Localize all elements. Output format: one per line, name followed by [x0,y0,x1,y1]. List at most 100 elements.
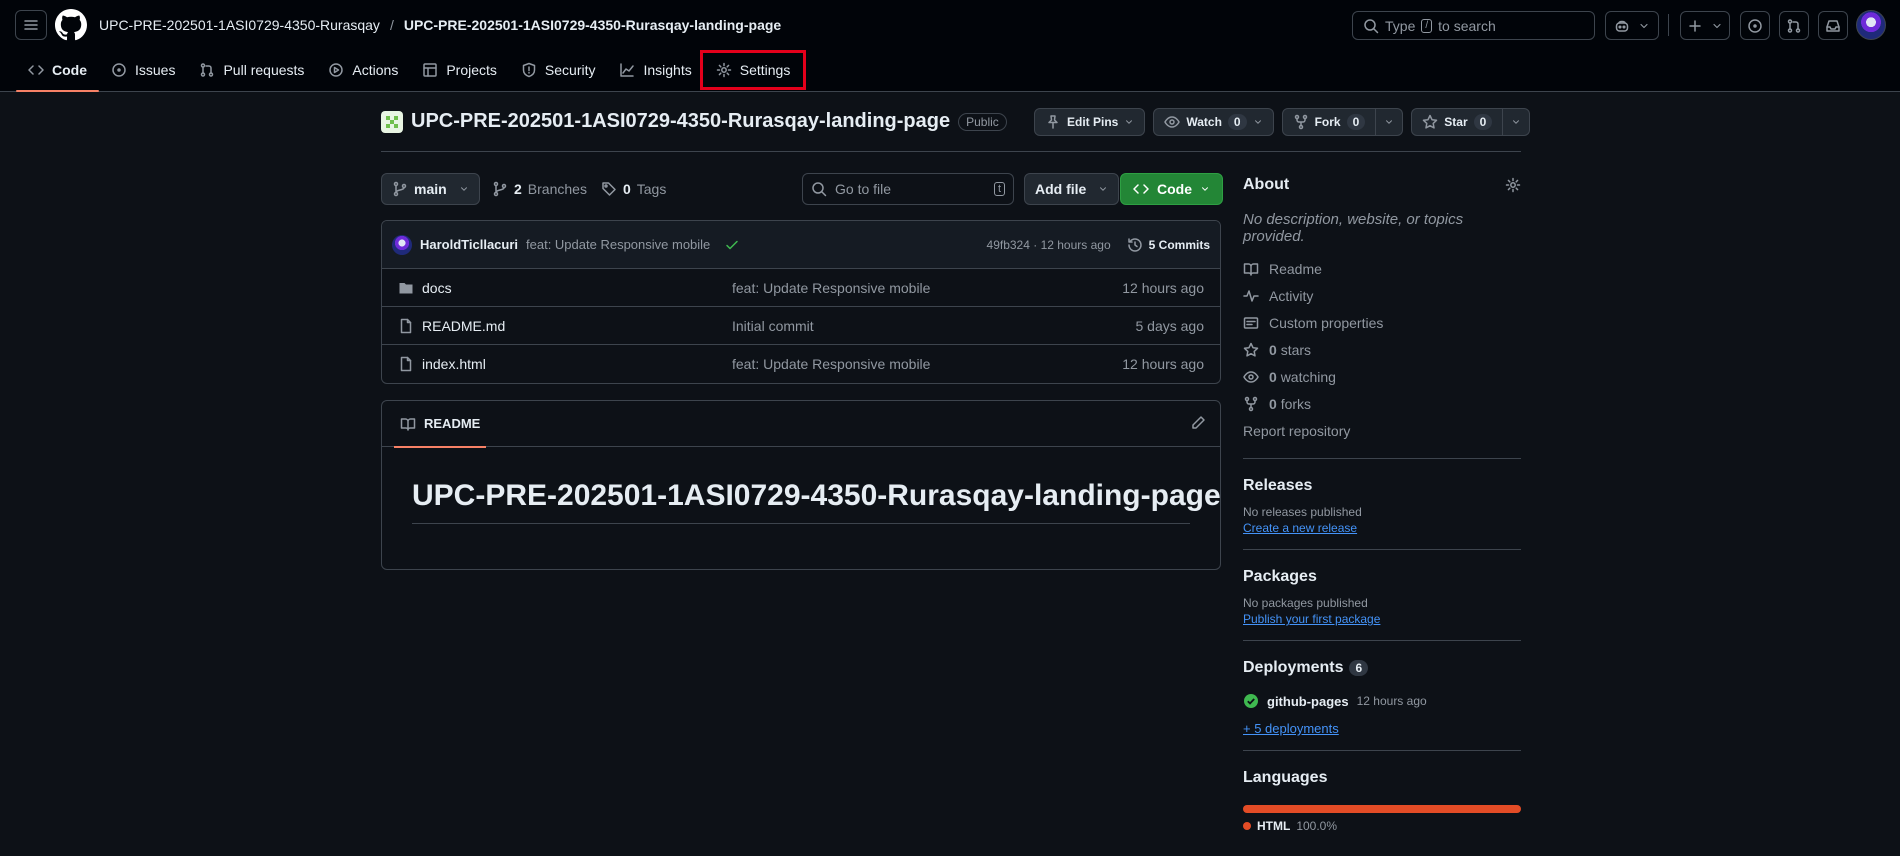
owner-link[interactable]: UPC-PRE-202501-1ASI0729-4350-Rurasqay [99,17,380,33]
tab-projects-label: Projects [446,62,497,78]
create-release-link[interactable]: Create a new release [1243,521,1357,535]
file-name[interactable]: docs [422,280,732,296]
tab-issues-label: Issues [135,62,176,78]
file-commit-message[interactable]: feat: Update Responsive mobile [732,356,1062,372]
code-icon [28,65,44,75]
repo-sidebar: About No description, website, or topics… [1243,176,1521,833]
edit-pins-button[interactable]: Edit Pins [1034,108,1146,136]
about-list: Readme Activity Custom properties 0 star… [1243,255,1521,444]
releases-empty-text: No releases published [1243,505,1362,519]
copilot-button[interactable] [1605,11,1659,40]
chevron-down-icon [1126,120,1133,124]
tab-actions[interactable]: Actions [316,54,410,86]
tab-settings[interactable]: Settings [699,50,807,90]
readme-link-label: Readme [1269,260,1322,277]
tab-projects[interactable]: Projects [410,54,509,86]
repo-title[interactable]: UPC-PRE-202501-1ASI0729-4350-Rurasqay-la… [411,110,950,133]
gear-icon [716,62,731,78]
publish-package-link[interactable]: Publish your first package [1243,612,1380,626]
pull-requests-button[interactable] [1779,11,1809,40]
pin-icon [1048,115,1058,129]
file-name[interactable]: index.html [422,356,732,372]
tab-security[interactable]: Security [509,54,608,86]
search-input[interactable]: Type / to search [1352,11,1595,40]
star-button[interactable]: Star 0 [1411,108,1504,136]
star-icon [1243,342,1259,357]
pencil-icon[interactable] [1190,415,1206,431]
watching-link[interactable]: 0 watching [1243,363,1521,390]
play-icon [329,63,344,77]
gear-icon[interactable] [1505,177,1521,193]
repo-link[interactable]: UPC-PRE-202501-1ASI0729-4350-Rurasqay-la… [404,17,781,33]
watch-label: Watch [1186,115,1222,129]
watch-count: 0 [1227,114,1247,130]
file-name[interactable]: README.md [422,318,732,334]
inbox-button[interactable] [1818,11,1848,40]
fork-icon [1244,396,1258,411]
tab-code[interactable]: Code [16,54,99,92]
latest-commit-row: HaroldTicllacuri feat: Update Responsive… [382,221,1220,269]
table-row: docs feat: Update Responsive mobile 12 h… [382,269,1220,307]
tag-icon [602,182,616,196]
menu-button[interactable] [15,10,47,40]
book-icon [1243,262,1259,276]
more-deployments-link[interactable]: + 5 deployments [1243,721,1339,736]
github-logo-icon[interactable] [55,9,87,41]
search-suffix: to search [1438,17,1496,34]
readme-heading: UPC-PRE-202501-1ASI0729-4350-Rurasqay-la… [412,479,1221,524]
tab-issues[interactable]: Issues [99,54,187,86]
breadcrumb-separator: / [389,17,394,33]
file-commit-message[interactable]: feat: Update Responsive mobile [732,280,1062,296]
fork-menu-button[interactable] [1376,108,1404,136]
table-row: index.html feat: Update Responsive mobil… [382,345,1220,383]
search-prefix: Type [1385,17,1416,34]
commits-link[interactable]: 5 Commits [1127,237,1210,253]
star-split-button: Star 0 [1411,108,1531,136]
forks-link[interactable]: 0 forks [1243,390,1521,417]
releases-title[interactable]: Releases [1243,477,1521,495]
watch-button[interactable]: Watch 0 [1153,108,1274,136]
commit-author-avatar[interactable] [392,234,412,255]
fork-button[interactable]: Fork 0 [1281,108,1377,136]
commit-hash[interactable]: 49fb324 · 12 hours ago [987,238,1111,252]
tab-insights[interactable]: Insights [607,54,703,86]
custom-properties-label: Custom properties [1269,314,1384,331]
pulse-icon [1243,289,1259,302]
search-icon [1364,18,1379,33]
add-file-button[interactable]: Add file [1024,173,1120,205]
commit-message[interactable]: feat: Update Responsive mobile [526,237,710,252]
packages-title[interactable]: Packages [1243,568,1521,586]
header-divider [1668,14,1669,36]
tab-pull-requests[interactable]: Pull requests [187,54,316,86]
check-icon[interactable] [724,237,740,253]
user-avatar[interactable] [1856,10,1886,40]
issues-button[interactable] [1740,11,1770,40]
tab-pull-requests-label: Pull requests [223,62,305,78]
repo-header-divider [381,151,1521,152]
report-repository-link[interactable]: Report repository [1243,417,1521,444]
stars-link[interactable]: 0 stars [1243,336,1521,363]
custom-properties-link[interactable]: Custom properties [1243,309,1521,336]
chevron-down-icon [1513,120,1520,124]
file-commit-message[interactable]: Initial commit [732,318,1062,334]
deployments-title[interactable]: Deployments [1243,659,1343,677]
commit-author[interactable]: HaroldTicllacuri [420,237,518,252]
fork-split-button: Fork 0 [1281,108,1404,136]
about-description: No description, website, or topics provi… [1243,211,1464,245]
fork-label: Fork [1314,115,1341,129]
create-new-button[interactable] [1680,11,1730,40]
star-menu-button[interactable] [1503,108,1531,136]
code-button[interactable]: Code [1120,173,1223,205]
deployment-name[interactable]: github-pages [1267,694,1349,709]
readme-link[interactable]: Readme [1243,255,1521,282]
tags-link[interactable]: 0 Tags [601,181,666,197]
readme-tab[interactable]: README [394,401,487,448]
language-item[interactable]: HTML 100.0% [1243,819,1521,833]
packages-empty-text: No packages published [1243,596,1368,610]
activity-link[interactable]: Activity [1243,282,1521,309]
branches-link[interactable]: 2 Branches [492,181,587,197]
go-to-file-placeholder: Go to file [835,181,892,197]
commits-count: 5 Commits [1148,237,1210,252]
go-to-file-input[interactable]: Go to file t [802,173,1014,205]
branch-selector[interactable]: main [381,173,480,205]
